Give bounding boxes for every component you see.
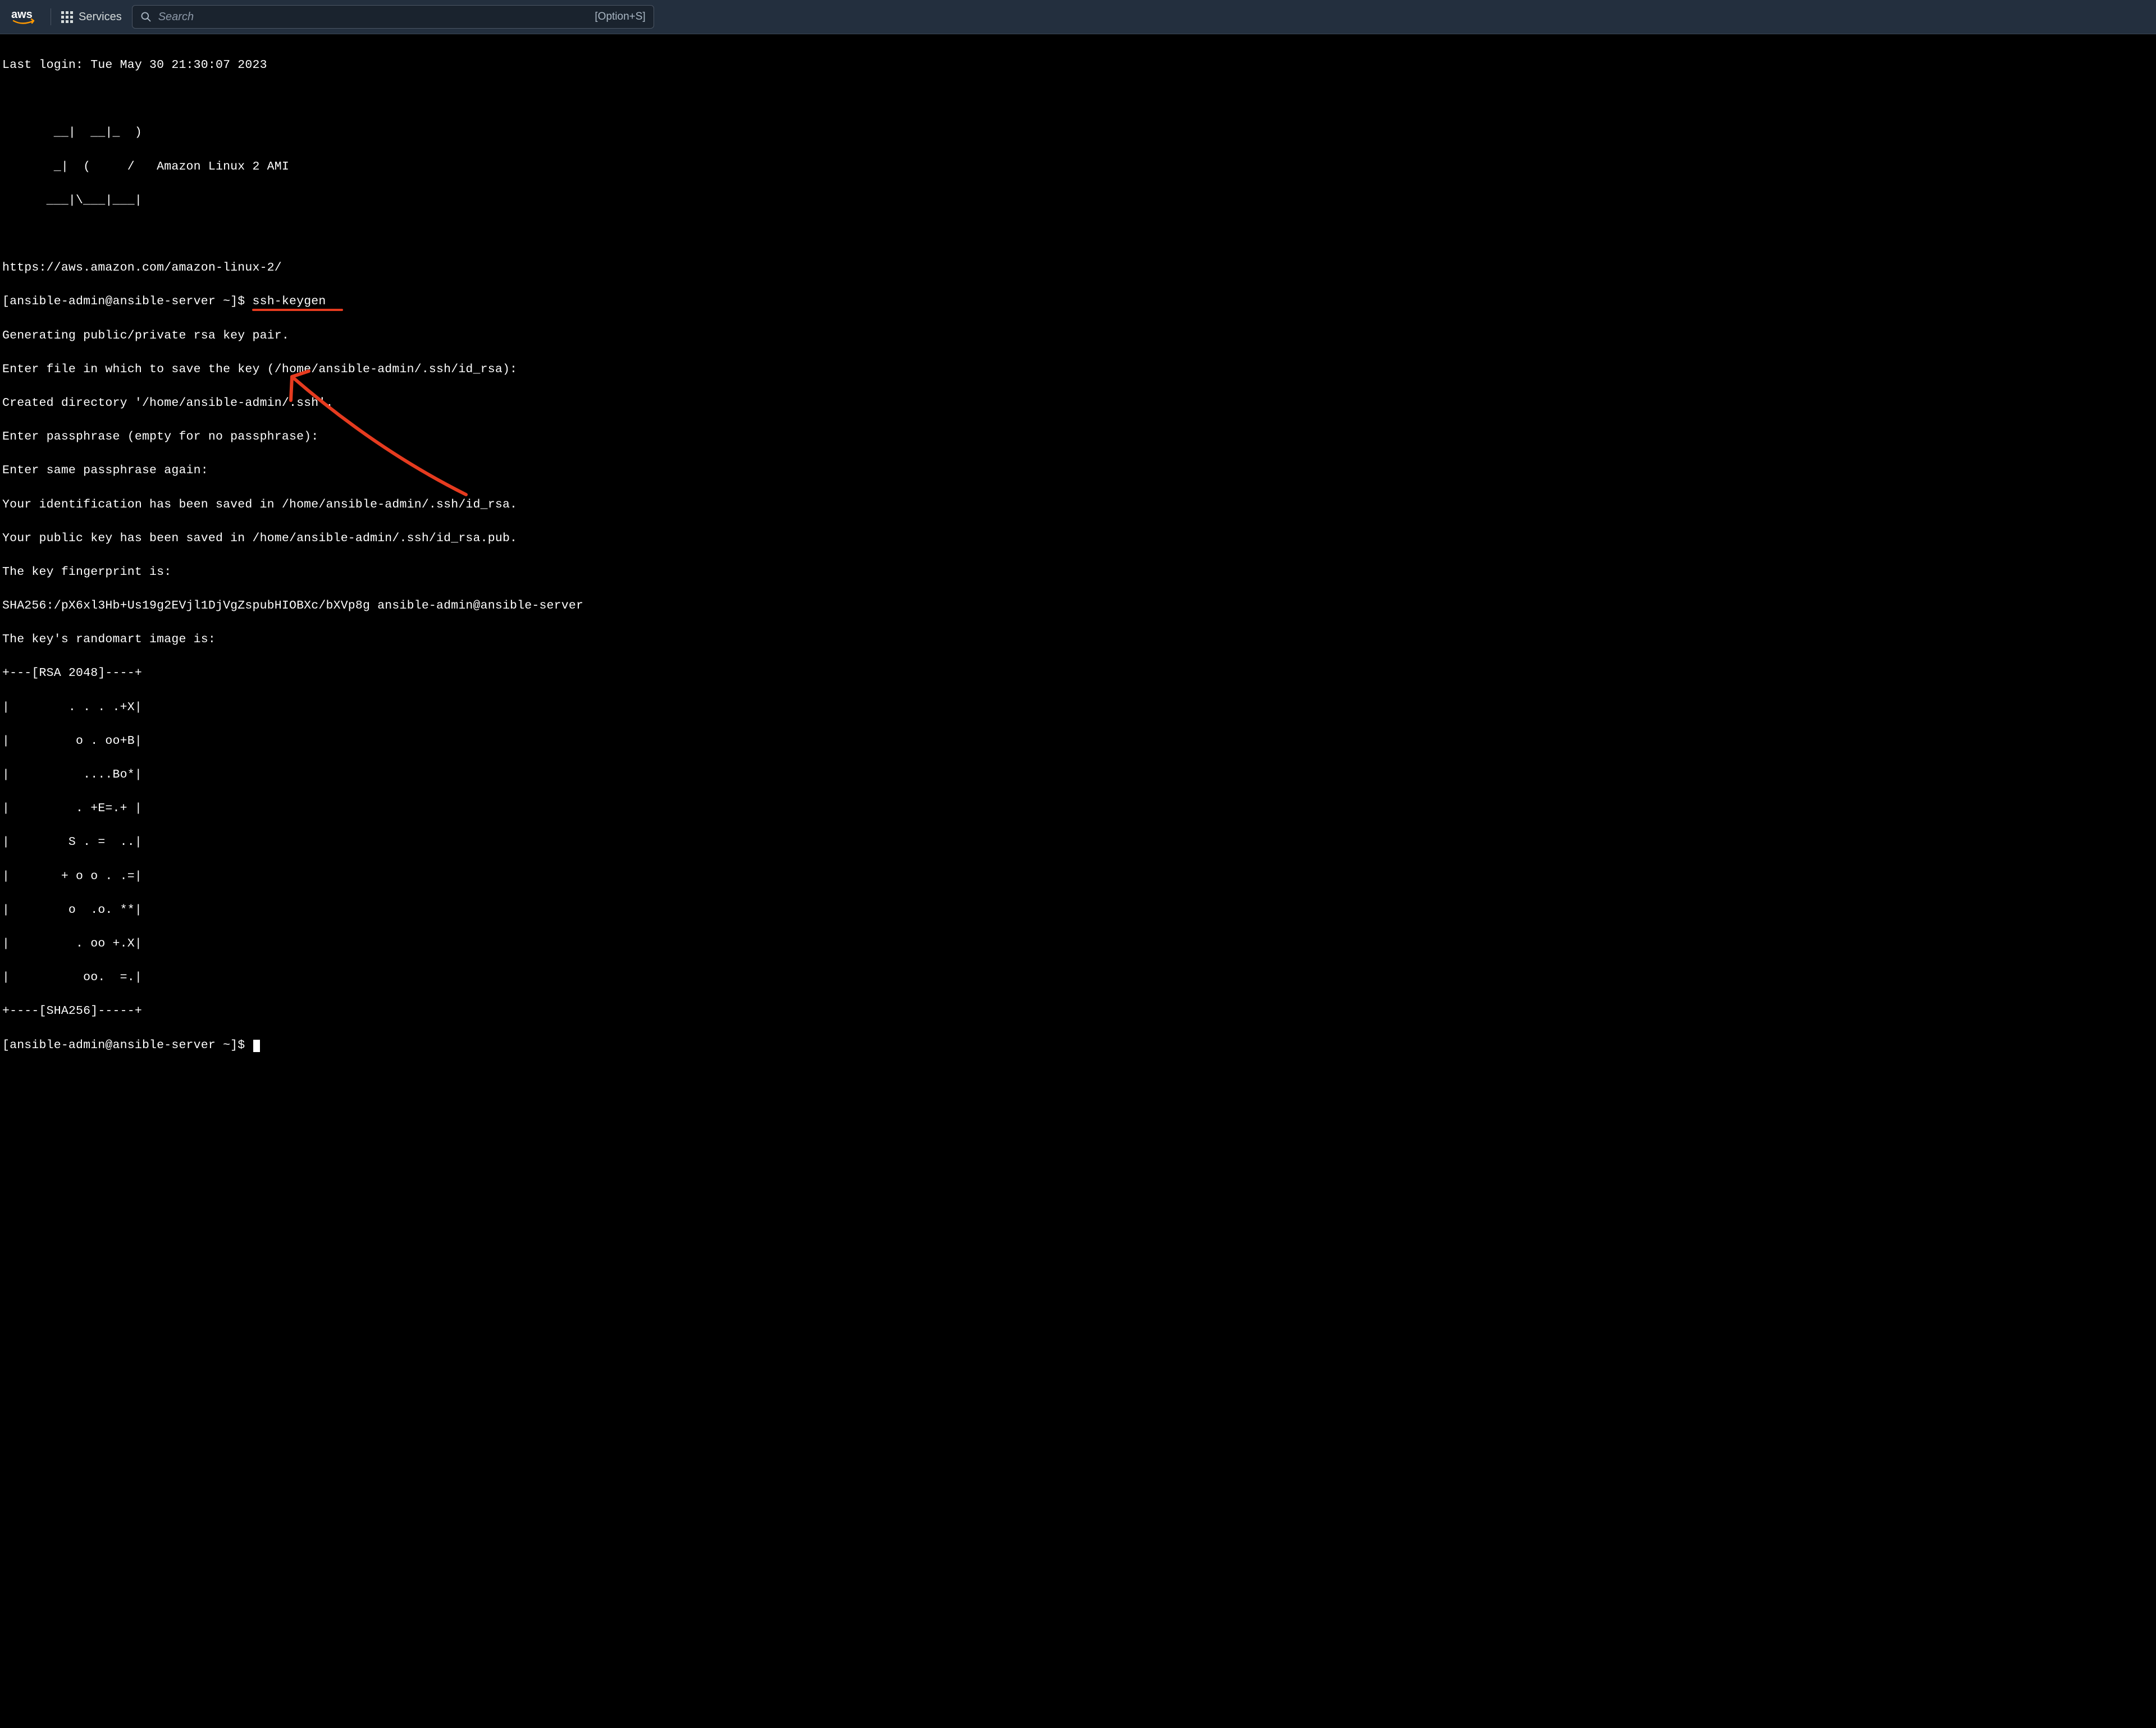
grid-icon	[61, 11, 73, 23]
blank-line	[2, 90, 2154, 107]
fingerprint-line: SHA256:/pX6xl3Hb+Us19g2EVjl1DjVgZspubHIO…	[2, 597, 2154, 614]
output-line: Enter file in which to save the key (/ho…	[2, 361, 2154, 378]
command-text: ssh-keygen	[252, 295, 326, 308]
services-label: Services	[79, 11, 122, 24]
randomart-line: +----[SHA256]-----+	[2, 1003, 2154, 1020]
randomart-line: | ....Bo*|	[2, 766, 2154, 783]
aws-logo[interactable]: aws	[11, 0, 40, 34]
ami-url-line: https://aws.amazon.com/amazon-linux-2/	[2, 259, 2154, 276]
aws-header: aws Services [Option+S]	[0, 0, 2156, 34]
output-line: Enter same passphrase again:	[2, 462, 2154, 479]
output-line: Your identification has been saved in /h…	[2, 496, 2154, 513]
ascii-art-line: __| __|_ )	[2, 124, 2154, 141]
output-line: Created directory '/home/ansible-admin/.…	[2, 395, 2154, 412]
randomart-line: | . +E=.+ |	[2, 800, 2154, 817]
output-line: Generating public/private rsa key pair.	[2, 327, 2154, 344]
randomart-line: | + o o . .=|	[2, 868, 2154, 885]
randomart-line: +---[RSA 2048]----+	[2, 665, 2154, 682]
search-shortcut-hint: [Option+S]	[595, 11, 645, 23]
search-box[interactable]: [Option+S]	[132, 5, 654, 29]
prompt-line: [ansible-admin@ansible-server ~]$ ssh-ke…	[2, 293, 2154, 310]
output-line: The key fingerprint is:	[2, 564, 2154, 580]
ascii-art-line: _| ( / Amazon Linux 2 AMI	[2, 158, 2154, 175]
shell-prompt: [ansible-admin@ansible-server ~]$	[2, 1039, 252, 1052]
last-login-line: Last login: Tue May 30 21:30:07 2023	[2, 57, 2154, 74]
output-line: Enter passphrase (empty for no passphras…	[2, 428, 2154, 445]
blank-line	[2, 226, 2154, 243]
cursor-icon	[253, 1040, 260, 1052]
randomart-line: | S . = ..|	[2, 834, 2154, 851]
search-input[interactable]	[152, 10, 595, 24]
randomart-line: | . . . .+X|	[2, 699, 2154, 716]
annotation-underline	[252, 309, 342, 311]
randomart-line: | o . oo+B|	[2, 733, 2154, 749]
output-line: The key's randomart image is:	[2, 631, 2154, 648]
randomart-line: | o .o. **|	[2, 902, 2154, 918]
shell-prompt: [ansible-admin@ansible-server ~]$	[2, 295, 252, 308]
output-line: Your public key has been saved in /home/…	[2, 530, 2154, 547]
services-menu[interactable]: Services	[61, 11, 122, 24]
svg-text:aws: aws	[11, 8, 33, 21]
ascii-art-line: ___|\___|___|	[2, 192, 2154, 209]
randomart-line: | oo. =.|	[2, 969, 2154, 986]
prompt-line: [ansible-admin@ansible-server ~]$	[2, 1037, 2154, 1054]
randomart-line: | . oo +.X|	[2, 935, 2154, 952]
search-icon	[140, 11, 152, 22]
terminal-output[interactable]: Last login: Tue May 30 21:30:07 2023 __|…	[0, 34, 2156, 1174]
